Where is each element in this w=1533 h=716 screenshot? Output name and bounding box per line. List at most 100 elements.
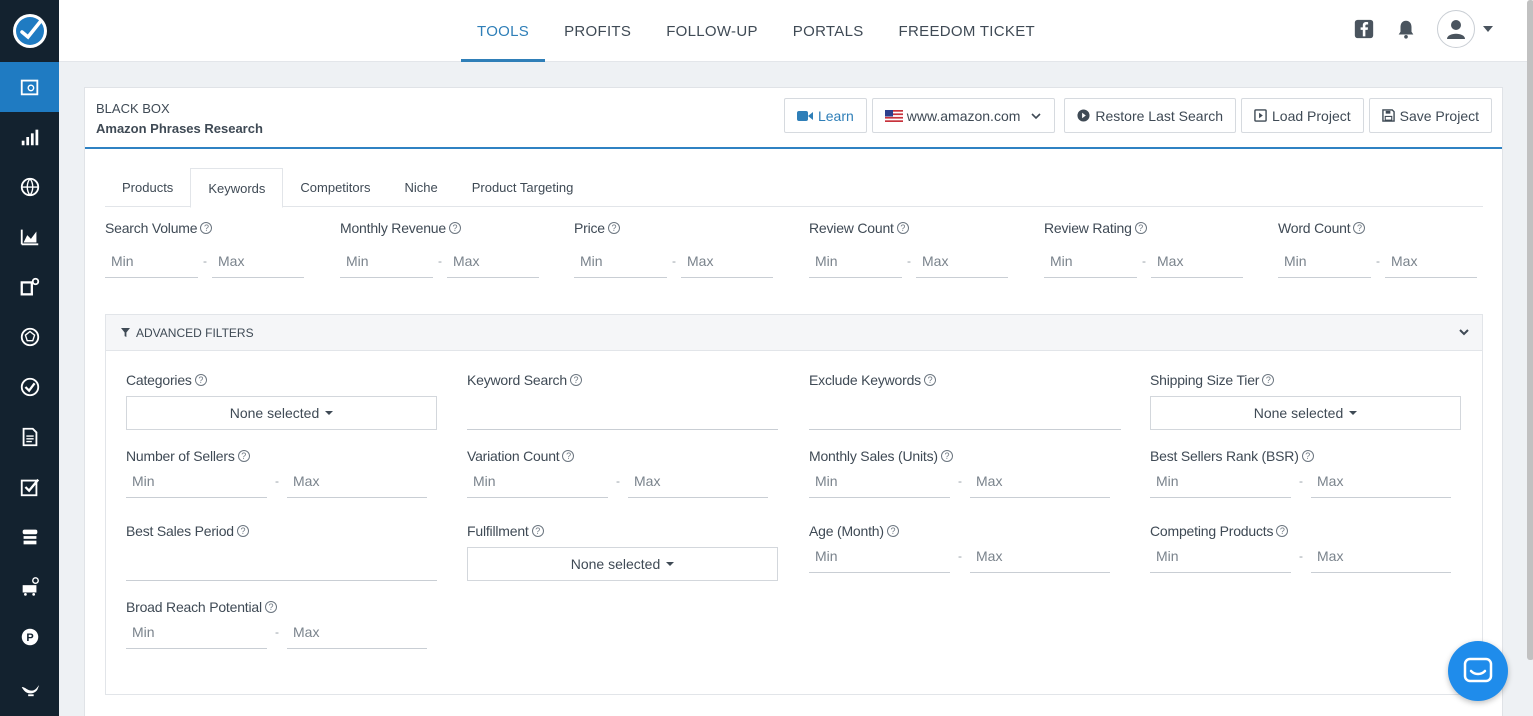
sidebar-item-document[interactable]	[0, 412, 59, 462]
number-of-sellers-min-input[interactable]	[126, 464, 267, 498]
page-scrollbar[interactable]	[1527, 0, 1533, 660]
help-icon[interactable]: ?	[531, 525, 544, 537]
sidebar-item-black-box[interactable]	[0, 62, 59, 112]
number-of-sellers-max-input[interactable]	[287, 464, 427, 498]
app-logo[interactable]	[0, 0, 59, 62]
word-count-max-input[interactable]	[1385, 244, 1477, 278]
sidebar-item-tracker[interactable]	[0, 262, 59, 312]
help-icon[interactable]: ?	[569, 374, 582, 386]
range-dash: -	[672, 254, 676, 268]
sidebar-item-cart[interactable]	[0, 562, 59, 612]
filter-label: Best Sellers Rank (BSR)?	[1150, 448, 1451, 464]
sidebar-item-check[interactable]	[0, 362, 59, 412]
nav-tab-tools[interactable]: TOOLS	[461, 0, 546, 62]
help-icon[interactable]: ?	[1134, 222, 1147, 234]
help-icon[interactable]: ?	[562, 450, 575, 462]
tab-products[interactable]: Products	[105, 168, 190, 207]
range-field: -	[809, 539, 1110, 573]
avatar[interactable]	[1437, 10, 1475, 48]
word-count-min-input[interactable]	[1278, 244, 1371, 278]
help-icon[interactable]: ?	[940, 450, 953, 462]
help-icon[interactable]: ?	[886, 525, 899, 537]
chat-launcher-button[interactable]	[1448, 641, 1508, 701]
range-field: -	[340, 244, 539, 278]
sidebar-item-checklist[interactable]	[0, 462, 59, 512]
tab-product-targeting[interactable]: Product Targeting	[455, 168, 591, 207]
tab-keywords[interactable]: Keywords	[190, 168, 284, 208]
help-icon[interactable]: ?	[1262, 374, 1275, 386]
sidebar-item-area-chart[interactable]	[0, 212, 59, 262]
floppy-disk-icon	[1381, 109, 1395, 122]
help-icon[interactable]: ?	[236, 525, 249, 537]
bsr-min-input[interactable]	[1150, 464, 1291, 498]
tab-competitors[interactable]: Competitors	[283, 168, 387, 207]
help-icon[interactable]: ?	[264, 601, 277, 613]
restore-last-search-button[interactable]: Restore Last Search	[1064, 98, 1237, 133]
review-rating-min-input[interactable]	[1044, 244, 1137, 278]
monthly-sales-min-input[interactable]	[809, 464, 950, 498]
range-field: -	[1150, 539, 1451, 573]
shipping-size-tier-select[interactable]: None selected	[1150, 396, 1461, 430]
review-rating-max-input[interactable]	[1151, 244, 1243, 278]
notification-bell-icon[interactable]	[1395, 18, 1417, 40]
variation-count-min-input[interactable]	[467, 464, 608, 498]
monthly-sales-max-input[interactable]	[970, 464, 1110, 498]
fulfillment-select[interactable]: None selected	[467, 547, 778, 581]
broad-reach-max-input[interactable]	[287, 615, 427, 649]
age-min-input[interactable]	[809, 539, 950, 573]
sidebar-item-store[interactable]	[0, 512, 59, 562]
competing-products-max-input[interactable]	[1311, 539, 1451, 573]
help-icon[interactable]: ?	[237, 450, 250, 462]
help-icon[interactable]: ?	[607, 222, 620, 234]
categories-select[interactable]: None selected	[126, 396, 437, 430]
user-menu[interactable]	[1437, 10, 1493, 48]
nav-tab-freedom-ticket[interactable]: FREEDOM TICKET	[883, 0, 1051, 62]
range-field: -	[467, 464, 768, 498]
filter-price: Price? -	[574, 220, 779, 278]
review-count-min-input[interactable]	[809, 244, 902, 278]
best-sales-period-input[interactable]	[126, 547, 437, 581]
variation-count-max-input[interactable]	[628, 464, 768, 498]
nav-tab-profits[interactable]: PROFITS	[548, 0, 647, 62]
help-icon[interactable]: ?	[1353, 222, 1366, 234]
marketplace-select[interactable]: www.amazon.com	[871, 98, 1056, 133]
price-max-input[interactable]	[681, 244, 773, 278]
help-icon[interactable]: ?	[896, 222, 909, 234]
facebook-icon[interactable]	[1353, 18, 1375, 40]
advanced-filters-toggle[interactable]: ADVANCED FILTERS	[106, 315, 1482, 351]
sidebar-item-parking[interactable]: P	[0, 612, 59, 662]
help-icon[interactable]: ?	[1276, 525, 1289, 537]
sidebar-item-globe[interactable]	[0, 162, 59, 212]
tab-niche[interactable]: Niche	[387, 168, 454, 207]
monthly-revenue-max-input[interactable]	[447, 244, 539, 278]
range-field: -	[1278, 244, 1477, 278]
help-icon[interactable]: ?	[923, 374, 936, 386]
search-volume-max-input[interactable]	[212, 244, 304, 278]
help-icon[interactable]: ?	[448, 222, 461, 234]
filter-shipping-size-tier: Shipping Size Tier? None selected	[1150, 372, 1461, 430]
exclude-keywords-input[interactable]	[809, 396, 1121, 430]
filter-label: Fulfillment?	[467, 523, 778, 539]
help-icon[interactable]: ?	[194, 374, 207, 386]
keyword-search-input[interactable]	[467, 396, 778, 430]
save-project-button[interactable]: Save Project	[1368, 98, 1492, 133]
price-min-input[interactable]	[574, 244, 667, 278]
sidebar-item-genie[interactable]	[0, 662, 59, 712]
learn-button[interactable]: Learn	[783, 98, 867, 133]
competing-products-min-input[interactable]	[1150, 539, 1291, 573]
help-icon[interactable]: ?	[1301, 450, 1314, 462]
search-volume-min-input[interactable]	[105, 244, 198, 278]
age-max-input[interactable]	[970, 539, 1110, 573]
filter-label: Categories?	[126, 372, 437, 388]
monthly-revenue-min-input[interactable]	[340, 244, 433, 278]
broad-reach-min-input[interactable]	[126, 615, 267, 649]
review-count-max-input[interactable]	[916, 244, 1008, 278]
sidebar-item-aperture[interactable]	[0, 312, 59, 362]
sidebar-item-analytics[interactable]	[0, 112, 59, 162]
filter-label: Review Rating?	[1044, 220, 1249, 236]
bsr-max-input[interactable]	[1311, 464, 1451, 498]
help-icon[interactable]: ?	[200, 222, 213, 234]
nav-tab-portals[interactable]: PORTALS	[777, 0, 880, 62]
nav-tab-follow-up[interactable]: FOLLOW-UP	[650, 0, 774, 62]
load-project-button[interactable]: Load Project	[1241, 98, 1364, 133]
